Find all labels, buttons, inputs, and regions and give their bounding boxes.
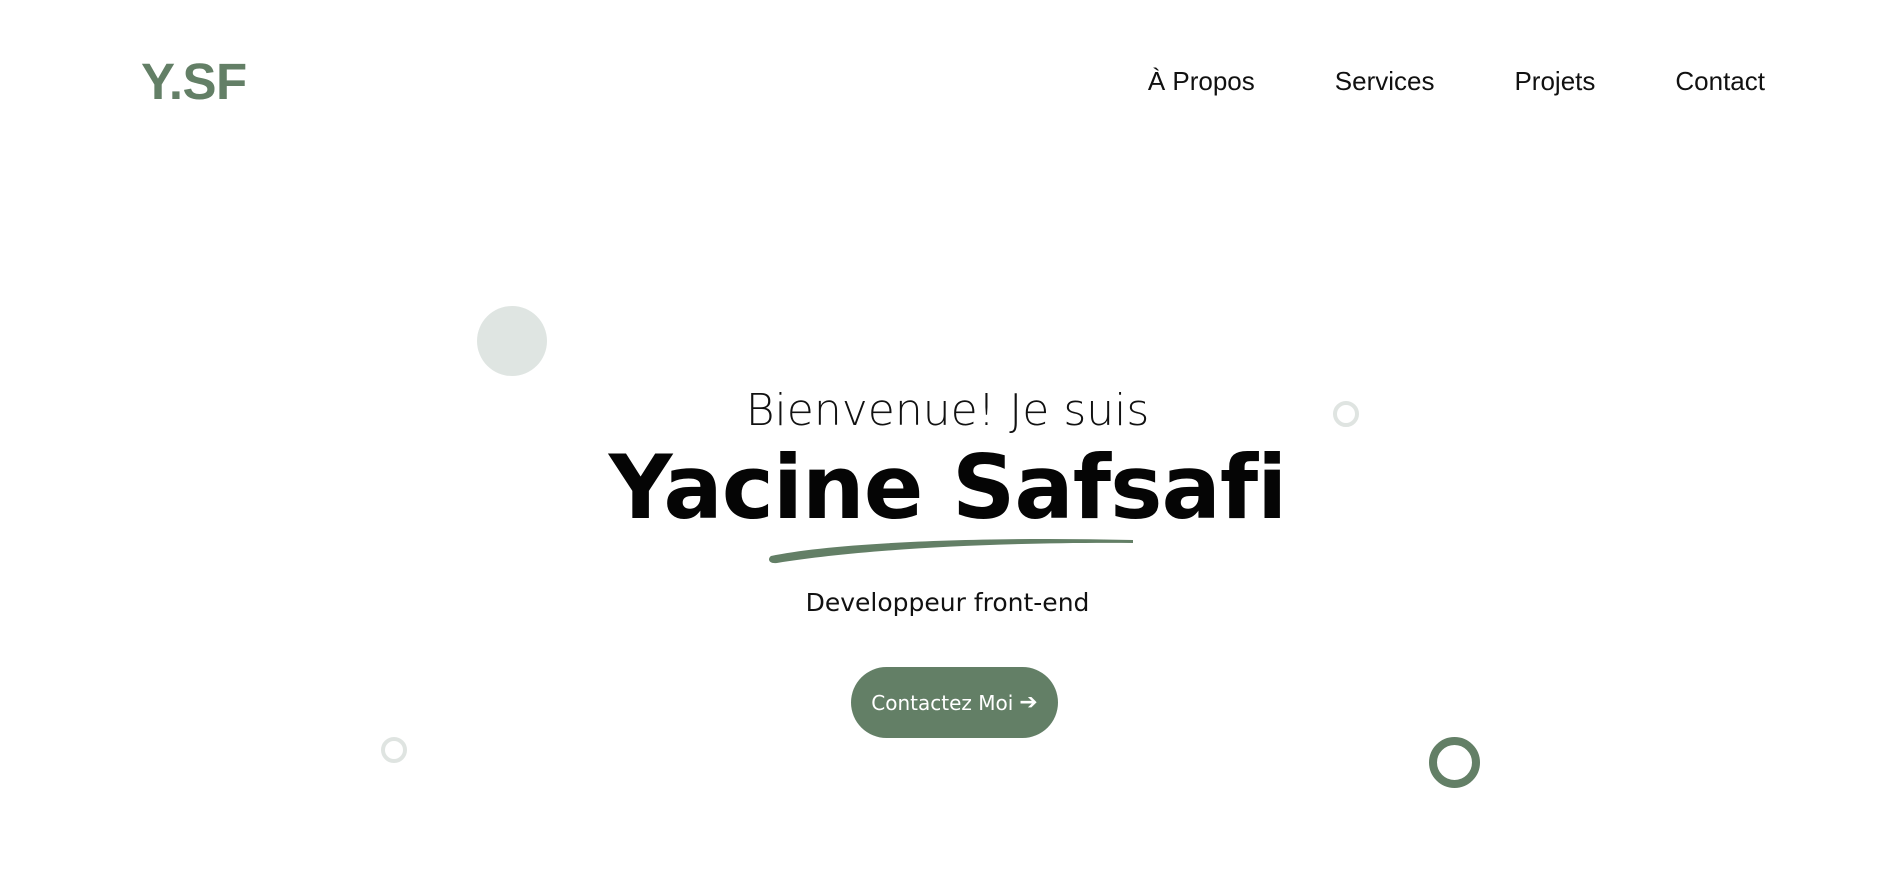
brush-underline <box>769 538 1133 564</box>
nav-link-projets[interactable]: Projets <box>1514 64 1595 98</box>
nav-link-a-propos[interactable]: À Propos <box>1148 64 1255 98</box>
arrow-right-icon: ➔ <box>1019 689 1038 715</box>
main-nav: À Propos Services Projets Contact <box>1068 64 1765 98</box>
contact-me-label: Contactez Moi <box>871 690 1014 715</box>
nav-link-services[interactable]: Services <box>1335 64 1435 98</box>
decorative-ring-small <box>381 737 407 763</box>
hero-greeting: Bienvenue! Je suis <box>745 385 1150 436</box>
contact-me-button[interactable]: Contactez Moi ➔ <box>851 667 1058 738</box>
decorative-ring-accent <box>1429 737 1480 788</box>
logo[interactable]: Y.SF <box>141 52 247 112</box>
decorative-circle-large <box>477 306 547 376</box>
hero-name: Yacine Safsafi <box>608 436 1288 539</box>
hero-role: Developpeur front-end <box>805 588 1090 617</box>
page: Y.SF À Propos Services Projets Contact B… <box>0 0 1895 871</box>
nav-link-contact[interactable]: Contact <box>1675 64 1765 98</box>
